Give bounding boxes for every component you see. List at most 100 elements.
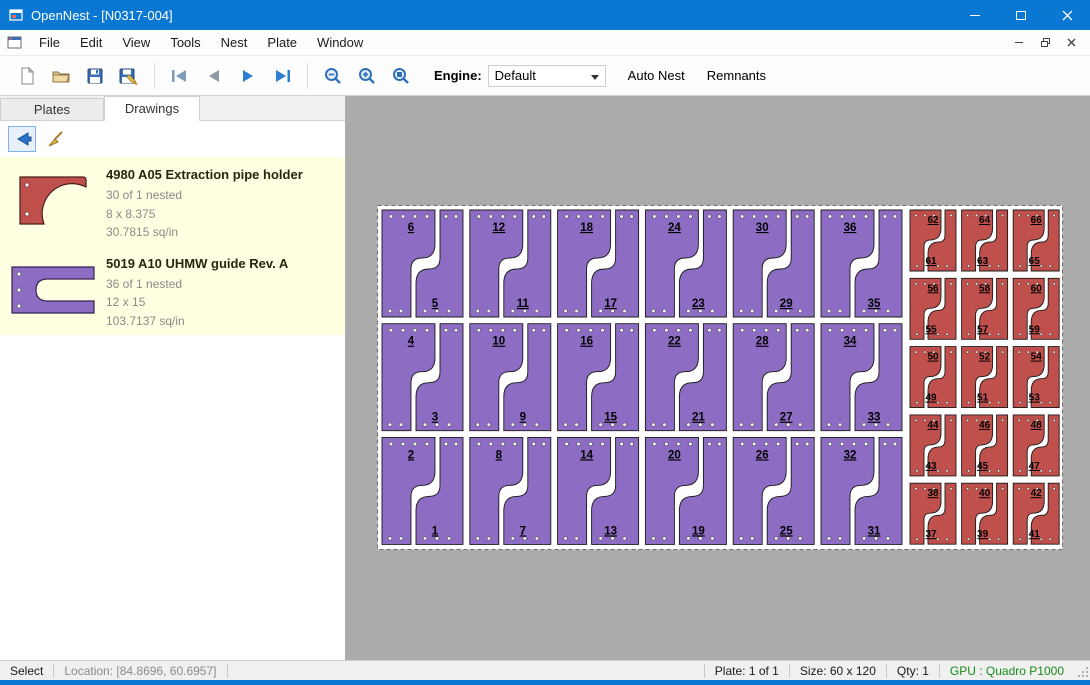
previous-plate-icon[interactable] [197, 61, 231, 91]
mdi-close-icon[interactable] [1058, 33, 1084, 53]
drill-hole [652, 309, 656, 313]
drill-hole [916, 401, 918, 403]
sidebar-tabstrip: Plates Drawings [0, 96, 345, 121]
next-plate-icon[interactable] [231, 61, 265, 91]
plate[interactable]: 6512111817242330293635431091615222128273… [377, 205, 1063, 550]
drill-hole [532, 442, 536, 446]
drill-hole [425, 215, 429, 219]
drill-hole [425, 328, 429, 332]
tab-drawings[interactable]: Drawings [104, 96, 200, 121]
drill-hole [864, 328, 868, 332]
drill-hole [966, 488, 968, 490]
menu-file[interactable]: File [29, 31, 70, 54]
drill-hole [511, 309, 515, 313]
part-number: 62 [927, 215, 939, 226]
drill-hole [630, 328, 634, 332]
menu-edit[interactable]: Edit [70, 31, 112, 54]
drill-hole [1040, 333, 1042, 335]
part-number: 50 [927, 352, 939, 363]
save-icon[interactable] [78, 61, 112, 91]
tab-plates[interactable]: Plates [0, 98, 104, 120]
drill-hole [677, 328, 681, 332]
drawing-nested: 36 of 1 nested [106, 275, 345, 294]
drill-hole [564, 423, 568, 427]
last-plate-icon[interactable] [265, 61, 299, 91]
drill-hole [708, 215, 712, 219]
drill-hole [886, 423, 890, 427]
drill-hole [975, 351, 977, 353]
drill-hole [601, 328, 605, 332]
menu-window[interactable]: Window [307, 31, 373, 54]
drill-hole [1001, 214, 1003, 216]
drawing-size: 12 x 15 [106, 293, 345, 312]
drill-hole [893, 215, 897, 219]
mdi-restore-icon[interactable] [1032, 33, 1058, 53]
open-folder-icon[interactable] [44, 61, 78, 91]
drill-hole [677, 442, 681, 446]
drill-hole [915, 283, 917, 285]
drill-hole [740, 328, 744, 332]
drill-hole [893, 442, 897, 446]
drawing-item-1[interactable]: 4980 A05 Extraction pipe holder 30 of 1 … [0, 157, 345, 246]
part-number: 32 [844, 449, 857, 461]
drill-hole [565, 442, 569, 446]
engine-select[interactable]: Default [488, 65, 606, 87]
drill-hole [852, 215, 856, 219]
clean-broom-icon[interactable] [42, 126, 70, 152]
zoom-in-icon[interactable] [350, 61, 384, 91]
drill-hole [565, 328, 569, 332]
drill-hole [513, 215, 517, 219]
part-number: 11 [517, 298, 530, 310]
save-as-icon[interactable] [112, 61, 146, 91]
part-number: 38 [927, 488, 939, 499]
mdi-minimize-icon[interactable] [1006, 33, 1032, 53]
part-number: 44 [927, 420, 939, 431]
zoom-extents-icon[interactable] [384, 61, 418, 91]
auto-nest-button[interactable]: Auto Nest [628, 68, 685, 83]
drill-hole [1040, 470, 1042, 472]
drill-hole [689, 215, 693, 219]
drill-hole [950, 214, 952, 216]
drill-hole [687, 309, 691, 313]
first-plate-icon[interactable] [163, 61, 197, 91]
drawing-thumbnail-purple [0, 250, 106, 331]
drill-hole [828, 442, 832, 446]
part-number: 47 [1029, 461, 1041, 472]
drill-hole [447, 423, 451, 427]
new-file-icon[interactable] [10, 61, 44, 91]
drill-hole [401, 442, 405, 446]
maximize-icon[interactable] [998, 0, 1044, 30]
status-plate: Plate: 1 of 1 [705, 663, 789, 679]
drill-hole [501, 442, 505, 446]
menu-tools[interactable]: Tools [160, 31, 210, 54]
drill-hole [827, 423, 831, 427]
minimize-icon[interactable] [952, 0, 998, 30]
part-number: 16 [580, 336, 593, 348]
resize-grip[interactable] [1076, 663, 1090, 679]
drill-hole [975, 488, 977, 490]
drill-hole [893, 328, 897, 332]
menu-view[interactable]: View [112, 31, 160, 54]
drill-hole [946, 265, 948, 267]
drill-hole [750, 309, 754, 313]
drill-hole [1049, 401, 1051, 403]
menu-nest[interactable]: Nest [211, 31, 258, 54]
drill-hole [542, 215, 546, 219]
engine-value: Default [495, 68, 536, 83]
drawing-item-2[interactable]: 5019 A10 UHMW guide Rev. A 36 of 1 neste… [0, 246, 345, 335]
close-icon[interactable] [1044, 0, 1090, 30]
drill-hole [1019, 265, 1021, 267]
remnants-button[interactable]: Remnants [707, 68, 766, 83]
menu-plate[interactable]: Plate [257, 31, 307, 54]
drill-hole [739, 423, 743, 427]
drill-hole [599, 423, 603, 427]
nest-canvas[interactable]: 6512111817242330293635431091615222128273… [346, 96, 1090, 660]
import-arrow-icon[interactable] [8, 126, 36, 152]
part-number: 22 [668, 336, 681, 348]
drill-hole [389, 215, 393, 219]
drill-hole [828, 328, 832, 332]
drill-hole [764, 215, 768, 219]
drill-hole [916, 333, 918, 335]
drill-hole [677, 215, 681, 219]
zoom-out-icon[interactable] [316, 61, 350, 91]
